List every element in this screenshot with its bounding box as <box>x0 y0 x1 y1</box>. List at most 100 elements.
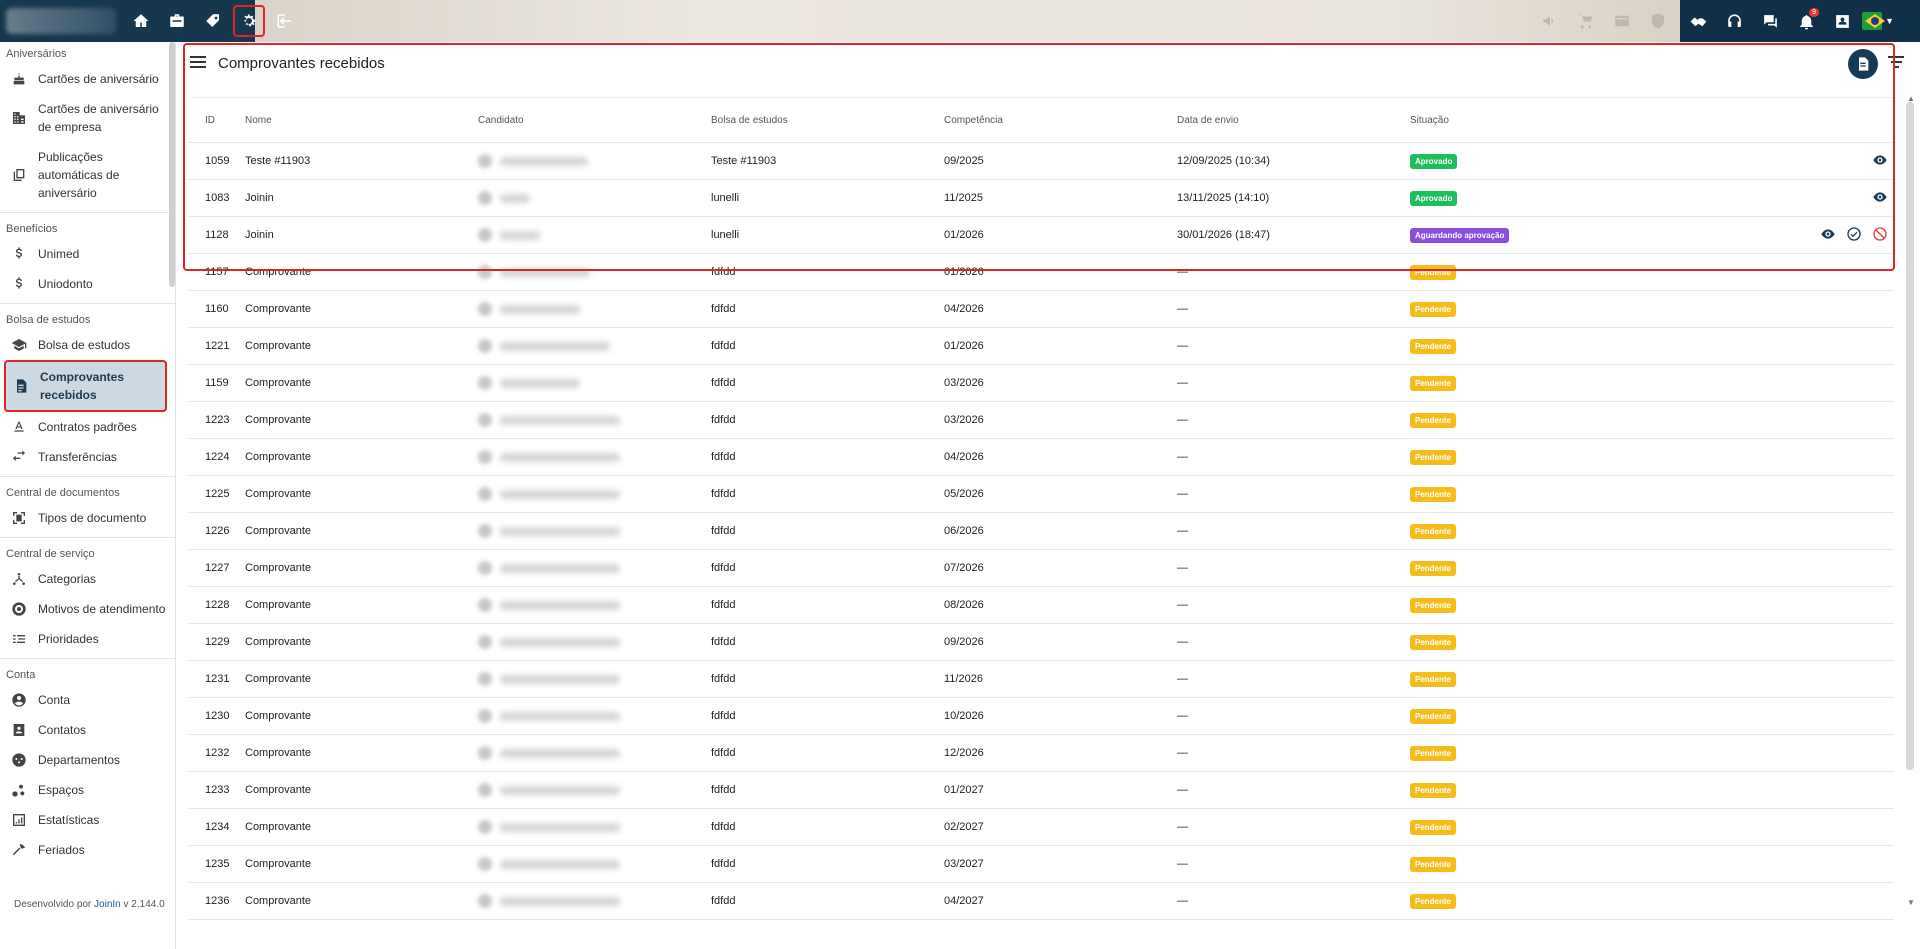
badge-icon[interactable] <box>1826 5 1858 37</box>
cell-competencia: 09/2026 <box>944 636 984 648</box>
headset-icon[interactable] <box>1718 5 1750 37</box>
sidebar-item-prioridades[interactable]: Prioridades <box>0 624 175 654</box>
column-header-data-envio[interactable]: Data de envio <box>1177 115 1410 126</box>
cart-icon[interactable] <box>1574 9 1598 33</box>
table-row[interactable]: 1128 Joinin lunelli 01/2026 30/01/2026 (18:4… <box>188 217 1894 254</box>
table-body: 1059 Teste #11903 Teste #11903 09/2025 12/09… <box>188 143 1894 920</box>
cell-data-envio: — <box>1177 562 1188 574</box>
table-row[interactable]: 1160 Comprovante fdfdd 04/2026 — Pendente <box>188 291 1894 328</box>
sidebar-section-title: Central de documentos <box>6 487 120 499</box>
cell-competencia: 01/2026 <box>944 266 984 278</box>
column-header-nome[interactable]: Nome <box>245 115 478 126</box>
row-actions <box>1710 152 1894 171</box>
table-row[interactable]: 1236 Comprovante fdfdd 04/2027 — Pendente <box>188 883 1894 920</box>
sidebar-item-unimed[interactable]: Unimed <box>0 239 175 269</box>
cell-id: 1083 <box>205 192 230 204</box>
table-row[interactable]: 1228 Comprovante fdfdd 08/2026 — Pendente <box>188 587 1894 624</box>
cell-candidato <box>478 561 711 575</box>
sidebar-item-tipos-documento[interactable]: Tipos de documento <box>0 503 175 533</box>
language-selector[interactable]: ▼ <box>1862 5 1894 37</box>
sidebar-item-label: Cartões de aniversário de empresa <box>38 102 159 134</box>
table-row[interactable]: 1229 Comprovante fdfdd 09/2026 — Pendente <box>188 624 1894 661</box>
column-header-situacao[interactable]: Situação <box>1410 115 1710 126</box>
shield-icon[interactable] <box>1646 9 1670 33</box>
sidebar-item-motivos-atendimento[interactable]: Motivos de atendimento <box>0 594 175 624</box>
sidebar-item-label: Motivos de atendimento <box>38 602 166 616</box>
cake-icon <box>10 70 28 88</box>
tag-icon[interactable] <box>197 5 229 37</box>
footer-brand-link[interactable]: JoinIn <box>94 899 121 910</box>
redacted-candidate-name <box>500 230 540 240</box>
view-icon[interactable] <box>1872 152 1888 171</box>
column-header-competencia[interactable]: Competência <box>944 115 1177 126</box>
sidebar-item-contatos[interactable]: Contatos <box>0 715 175 745</box>
table-row[interactable]: 1234 Comprovante fdfdd 02/2027 — Pendente <box>188 809 1894 846</box>
table-row[interactable]: 1226 Comprovante fdfdd 06/2026 — Pendente <box>188 513 1894 550</box>
column-header-bolsa[interactable]: Bolsa de estudos <box>711 115 944 126</box>
table-row[interactable]: 1059 Teste #11903 Teste #11903 09/2025 12/09… <box>188 143 1894 180</box>
cell-candidato <box>478 413 711 427</box>
reject-icon[interactable] <box>1872 226 1888 245</box>
column-header-id[interactable]: ID <box>188 115 245 126</box>
cell-nome: Joinin <box>245 229 274 241</box>
cell-nome: Comprovante <box>245 340 312 352</box>
bell-icon[interactable]: 9 <box>1790 5 1822 37</box>
sidebar-item-espacos[interactable]: Espaços <box>0 775 175 805</box>
approve-icon[interactable] <box>1846 226 1862 245</box>
sidebar-item-comprovantes-recebidos[interactable]: Comprovantes recebidos <box>4 360 167 412</box>
gear-icon[interactable] <box>233 5 265 37</box>
table-row[interactable]: 1231 Comprovante fdfdd 11/2026 — Pendente <box>188 661 1894 698</box>
cell-candidato <box>478 783 711 797</box>
sidebar-item-categorias[interactable]: Categorias <box>0 564 175 594</box>
redacted-candidate-name <box>500 267 590 277</box>
sidebar-item-uniodonto[interactable]: Uniodonto <box>0 269 175 299</box>
sidebar-item-contratos-padroes[interactable]: Contratos padrões <box>0 412 175 442</box>
scroll-down-arrow-icon[interactable]: ▼ <box>1907 898 1915 907</box>
table-row[interactable]: 1230 Comprovante fdfdd 10/2026 — Pendente <box>188 698 1894 735</box>
brand-logo[interactable] <box>6 8 116 34</box>
view-icon[interactable] <box>1820 226 1836 245</box>
table-row[interactable]: 1233 Comprovante fdfdd 01/2027 — Pendente <box>188 772 1894 809</box>
cell-candidato <box>478 228 711 242</box>
sidebar-item-conta[interactable]: Conta <box>0 685 175 715</box>
notification-badge: 9 <box>1809 8 1819 17</box>
table-row[interactable]: 1232 Comprovante fdfdd 12/2026 — Pendente <box>188 735 1894 772</box>
cell-competencia: 07/2026 <box>944 562 984 574</box>
sidebar-item-publicacoes-automaticas[interactable]: Publicações automáticas de aniversário <box>0 142 175 208</box>
table-row[interactable]: 1221 Comprovante fdfdd 01/2026 — Pendente <box>188 328 1894 365</box>
cell-competencia: 03/2026 <box>944 377 984 389</box>
sidebar-item-estatisticas[interactable]: Estatísticas <box>0 805 175 835</box>
table-row[interactable]: 1223 Comprovante fdfdd 03/2026 — Pendente <box>188 402 1894 439</box>
view-icon[interactable] <box>1872 189 1888 208</box>
main-scrollbar[interactable] <box>1906 102 1914 770</box>
sidebar-scrollbar[interactable] <box>169 42 175 287</box>
cell-id: 1221 <box>205 340 230 352</box>
table-row[interactable]: 1225 Comprovante fdfdd 05/2026 — Pendente <box>188 476 1894 513</box>
table-row[interactable]: 1224 Comprovante fdfdd 04/2026 — Pendente <box>188 439 1894 476</box>
table-row[interactable]: 1159 Comprovante fdfdd 03/2026 — Pendente <box>188 365 1894 402</box>
table-row[interactable]: 1235 Comprovante fdfdd 03/2027 — Pendente <box>188 846 1894 883</box>
sidebar-item-cartoes-aniversario[interactable]: Cartões de aniversário <box>0 64 175 94</box>
megaphone-icon[interactable] <box>1538 9 1562 33</box>
export-document-button[interactable] <box>1848 49 1878 79</box>
chat-icon[interactable] <box>1754 5 1786 37</box>
sidebar-item-departamentos[interactable]: Departamentos <box>0 745 175 775</box>
filter-icon[interactable] <box>1886 53 1906 73</box>
sidebar-item-feriados[interactable]: Feriados <box>0 835 175 865</box>
table-row[interactable]: 1157 Comprovante fdfdd 01/2026 — Pendente <box>188 254 1894 291</box>
sidebar-item-cartoes-aniversario-empresa[interactable]: Cartões de aniversário de empresa <box>0 94 175 142</box>
home-icon[interactable] <box>125 5 157 37</box>
status-badge: Pendente <box>1410 264 1457 280</box>
table-header: ID Nome Candidato Bolsa de estudos Compe… <box>188 97 1894 143</box>
sidebar-item-bolsa-estudos[interactable]: Bolsa de estudos <box>0 330 175 360</box>
briefcase-icon[interactable] <box>161 5 193 37</box>
column-header-candidato[interactable]: Candidato <box>478 115 711 126</box>
login-icon[interactable] <box>269 5 301 37</box>
table-row[interactable]: 1083 Joinin lunelli 11/2025 13/11/2025 (14:1… <box>188 180 1894 217</box>
handshake-icon[interactable] <box>1682 5 1714 37</box>
redacted-candidate-name <box>500 859 620 869</box>
menu-icon[interactable] <box>190 56 206 68</box>
card-icon[interactable] <box>1610 9 1634 33</box>
sidebar-item-transferencias[interactable]: Transferências <box>0 442 175 472</box>
table-row[interactable]: 1227 Comprovante fdfdd 07/2026 — Pendente <box>188 550 1894 587</box>
